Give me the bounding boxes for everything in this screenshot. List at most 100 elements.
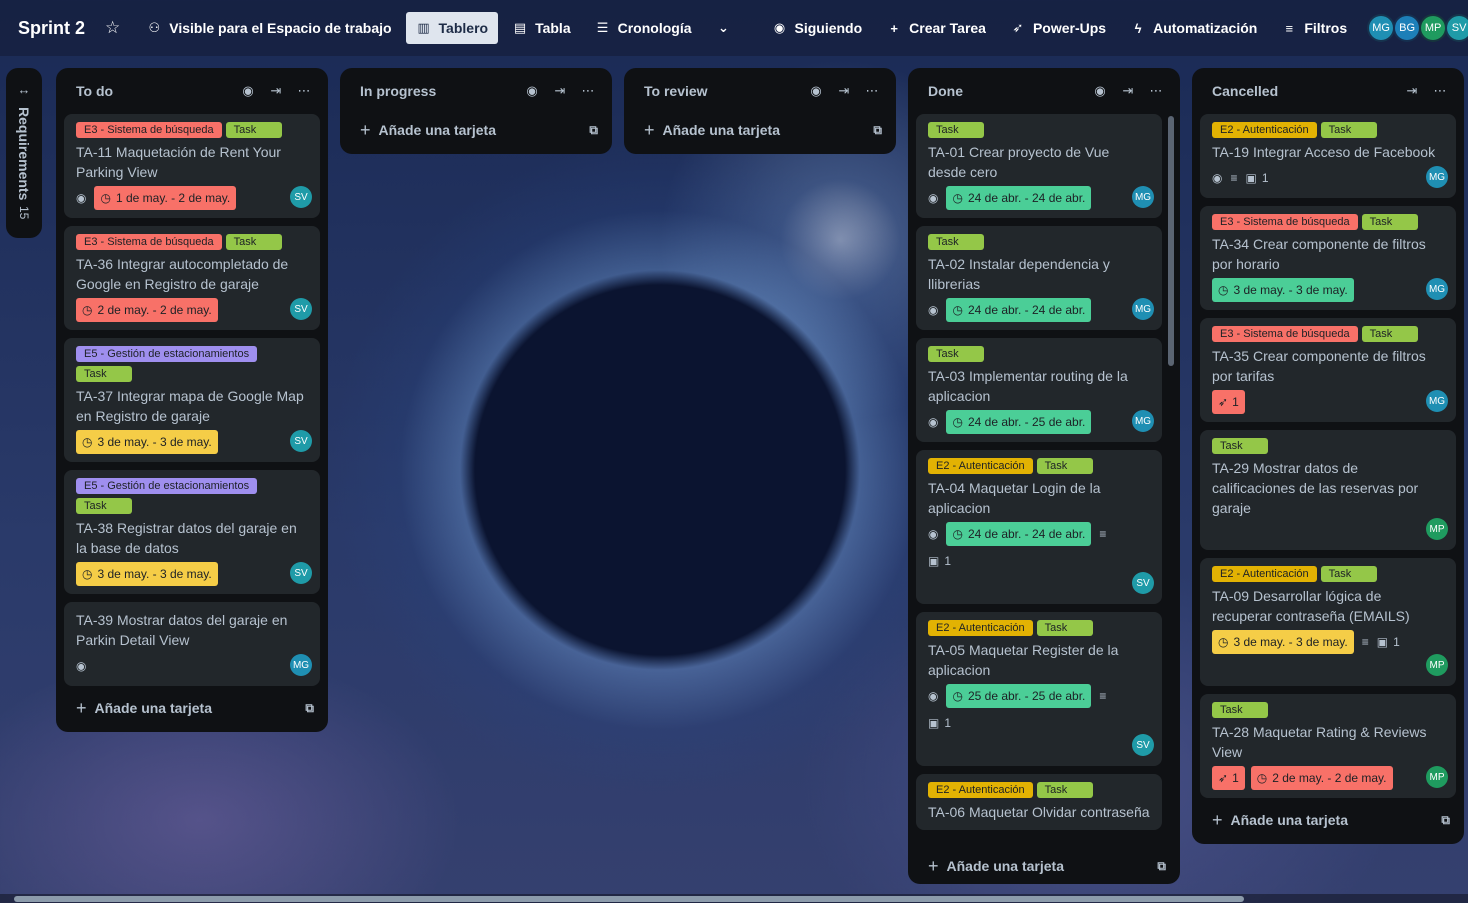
label-task[interactable]: Task xyxy=(1320,566,1377,582)
label-epic[interactable]: E2 - Autenticación xyxy=(1212,566,1317,582)
label-epic[interactable]: E2 - Autenticación xyxy=(928,782,1033,798)
avatar[interactable]: BG xyxy=(1393,14,1422,42)
label-task[interactable]: Task xyxy=(225,234,282,250)
add-card-button[interactable]: + Añade una tarjeta ⧉ xyxy=(632,114,888,146)
card[interactable]: Task TA-02 Instalar dependencia y llibre… xyxy=(916,226,1162,330)
card[interactable]: Task TA-01 Crear proyecto de Vue desde c… xyxy=(916,114,1162,218)
eye-icon[interactable]: ◉ xyxy=(804,83,828,99)
vote-badge[interactable]: ➶ 1 xyxy=(1212,390,1245,414)
label-task[interactable]: Task xyxy=(928,122,984,138)
more-icon[interactable]: ⋯ xyxy=(1428,83,1452,99)
add-card-button[interactable]: + Añade una tarjeta ⧉ xyxy=(64,692,320,724)
filters-button[interactable]: ≡ Filtros xyxy=(1271,12,1357,44)
star-icon[interactable]: ☆ xyxy=(99,18,126,38)
collapse-icon[interactable]: ⇥ xyxy=(1116,83,1140,99)
card[interactable]: E2 - Autenticación Task TA-06 Maquetar O… xyxy=(916,774,1162,830)
card[interactable]: TA-39 Mostrar datos del garaje en Parkin… xyxy=(64,602,320,686)
label-epic[interactable]: E5 - Gestión de estacionamientos xyxy=(76,478,258,494)
label-task[interactable]: Task xyxy=(76,366,132,382)
list-title[interactable]: To do xyxy=(76,83,232,99)
label-epic[interactable]: E3 - Sistema de búsqueda xyxy=(76,122,222,138)
template-icon[interactable]: ⧉ xyxy=(589,123,598,138)
collapsed-list-requirements[interactable]: ↔ Requirements 15 xyxy=(6,68,42,238)
template-icon[interactable]: ⧉ xyxy=(873,123,882,138)
list-title[interactable]: To review xyxy=(644,83,800,99)
label-epic[interactable]: E3 - Sistema de búsqueda xyxy=(1212,214,1358,230)
collapse-icon[interactable]: ⇥ xyxy=(548,83,572,99)
avatar[interactable]: MG xyxy=(1426,278,1448,300)
card[interactable]: Task TA-29 Mostrar datos de calificacion… xyxy=(1200,430,1456,550)
avatar[interactable]: MG xyxy=(290,654,312,676)
add-card-button[interactable]: + Añade una tarjeta ⧉ xyxy=(916,850,1172,882)
view-table-button[interactable]: ▤ Tabla xyxy=(502,12,581,44)
visibility-button[interactable]: ⚇ Visible para el Espacio de trabajo xyxy=(136,12,401,44)
due-date-badge[interactable]: ◷ 2 de may. - 2 de may. xyxy=(76,298,218,322)
label-task[interactable]: Task xyxy=(1320,122,1377,138)
avatar[interactable]: MP xyxy=(1426,654,1448,676)
card[interactable]: E3 - Sistema de búsqueda Task TA-11 Maqu… xyxy=(64,114,320,218)
due-date-badge[interactable]: ◷ 3 de may. - 3 de may. xyxy=(76,430,218,454)
expand-icon[interactable]: ↔ xyxy=(18,82,31,97)
avatar[interactable]: MG xyxy=(1132,186,1154,208)
label-task[interactable]: Task xyxy=(1036,458,1093,474)
more-icon[interactable]: ⋯ xyxy=(1144,83,1168,99)
more-icon[interactable]: ⋯ xyxy=(576,83,600,99)
card[interactable]: E3 - Sistema de búsqueda Task TA-34 Crea… xyxy=(1200,206,1456,310)
board-title[interactable]: Sprint 2 xyxy=(18,18,85,39)
card[interactable]: E2 - Autenticación Task TA-05 Maquetar R… xyxy=(916,612,1162,766)
scrollbar-thumb[interactable] xyxy=(14,896,1244,902)
more-icon[interactable]: ⋯ xyxy=(860,83,884,99)
avatar[interactable]: SV xyxy=(1132,572,1154,594)
add-card-button[interactable]: + Añade una tarjeta ⧉ xyxy=(348,114,604,146)
view-timeline-button[interactable]: ☰ Cronología xyxy=(585,12,702,44)
card[interactable]: E5 - Gestión de estacionamientos Task TA… xyxy=(64,338,320,462)
label-task[interactable]: Task xyxy=(1036,782,1093,798)
label-task[interactable]: Task xyxy=(1361,214,1418,230)
avatar[interactable]: MG xyxy=(1132,410,1154,432)
due-date-badge[interactable]: ◷ 3 de may. - 3 de may. xyxy=(1212,278,1354,302)
template-icon[interactable]: ⧉ xyxy=(1441,813,1450,828)
avatar[interactable]: MP xyxy=(1419,14,1448,42)
card[interactable]: Task TA-03 Implementar routing de la apl… xyxy=(916,338,1162,442)
card[interactable]: E2 - Autenticación Task TA-09 Desarrolla… xyxy=(1200,558,1456,686)
list-title[interactable]: In progress xyxy=(360,83,516,99)
label-epic[interactable]: E3 - Sistema de búsqueda xyxy=(1212,326,1358,342)
card-scroll-area[interactable]: Task TA-01 Crear proyecto de Vue desde c… xyxy=(916,114,1172,836)
vote-badge[interactable]: ➶ 1 xyxy=(1212,766,1245,790)
card[interactable]: E2 - Autenticación Task TA-19 Integrar A… xyxy=(1200,114,1456,198)
label-task[interactable]: Task xyxy=(928,346,984,362)
list-title[interactable]: Cancelled xyxy=(1212,83,1396,99)
due-date-badge[interactable]: ◷ 25 de abr. - 25 de abr. xyxy=(946,684,1092,708)
label-epic[interactable]: E2 - Autenticación xyxy=(928,620,1033,636)
power-ups-button[interactable]: ➶ Power-Ups xyxy=(1000,12,1116,44)
avatar[interactable]: MG xyxy=(1132,298,1154,320)
avatar[interactable]: SV xyxy=(290,186,312,208)
due-date-badge[interactable]: ◷ 3 de may. - 3 de may. xyxy=(76,562,218,586)
card[interactable]: E3 - Sistema de búsqueda Task TA-35 Crea… xyxy=(1200,318,1456,422)
more-views-button[interactable]: ⌄ xyxy=(706,12,742,44)
label-epic[interactable]: E3 - Sistema de búsqueda xyxy=(76,234,222,250)
label-task[interactable]: Task xyxy=(1036,620,1093,636)
due-date-badge[interactable]: ◷ 24 de abr. - 24 de abr. xyxy=(946,186,1092,210)
automation-button[interactable]: ϟ Automatización xyxy=(1120,12,1267,44)
label-task[interactable]: Task xyxy=(1212,702,1268,718)
card[interactable]: E3 - Sistema de búsqueda Task TA-36 Inte… xyxy=(64,226,320,330)
due-date-badge[interactable]: ◷ 3 de may. - 3 de may. xyxy=(1212,630,1354,654)
card[interactable]: Task TA-28 Maquetar Rating & Reviews Vie… xyxy=(1200,694,1456,798)
label-task[interactable]: Task xyxy=(225,122,282,138)
avatar[interactable]: SV xyxy=(1445,14,1468,42)
list-title[interactable]: Done xyxy=(928,83,1084,99)
board-horizontal-scrollbar[interactable] xyxy=(0,894,1468,903)
due-date-badge[interactable]: ◷ 2 de may. - 2 de may. xyxy=(1250,766,1393,790)
label-task[interactable]: Task xyxy=(76,498,132,514)
label-epic[interactable]: E2 - Autenticación xyxy=(928,458,1033,474)
avatar[interactable]: MP xyxy=(1426,766,1448,788)
label-task[interactable]: Task xyxy=(928,234,984,250)
list-scrollbar[interactable] xyxy=(1168,116,1174,366)
avatar[interactable]: MP xyxy=(1426,518,1448,540)
avatar[interactable]: MG xyxy=(1367,14,1396,42)
view-board-button[interactable]: ▥ Tablero xyxy=(405,12,499,44)
template-icon[interactable]: ⧉ xyxy=(1157,859,1166,874)
more-icon[interactable]: ⋯ xyxy=(292,83,316,99)
avatar[interactable]: MG xyxy=(1426,390,1448,412)
